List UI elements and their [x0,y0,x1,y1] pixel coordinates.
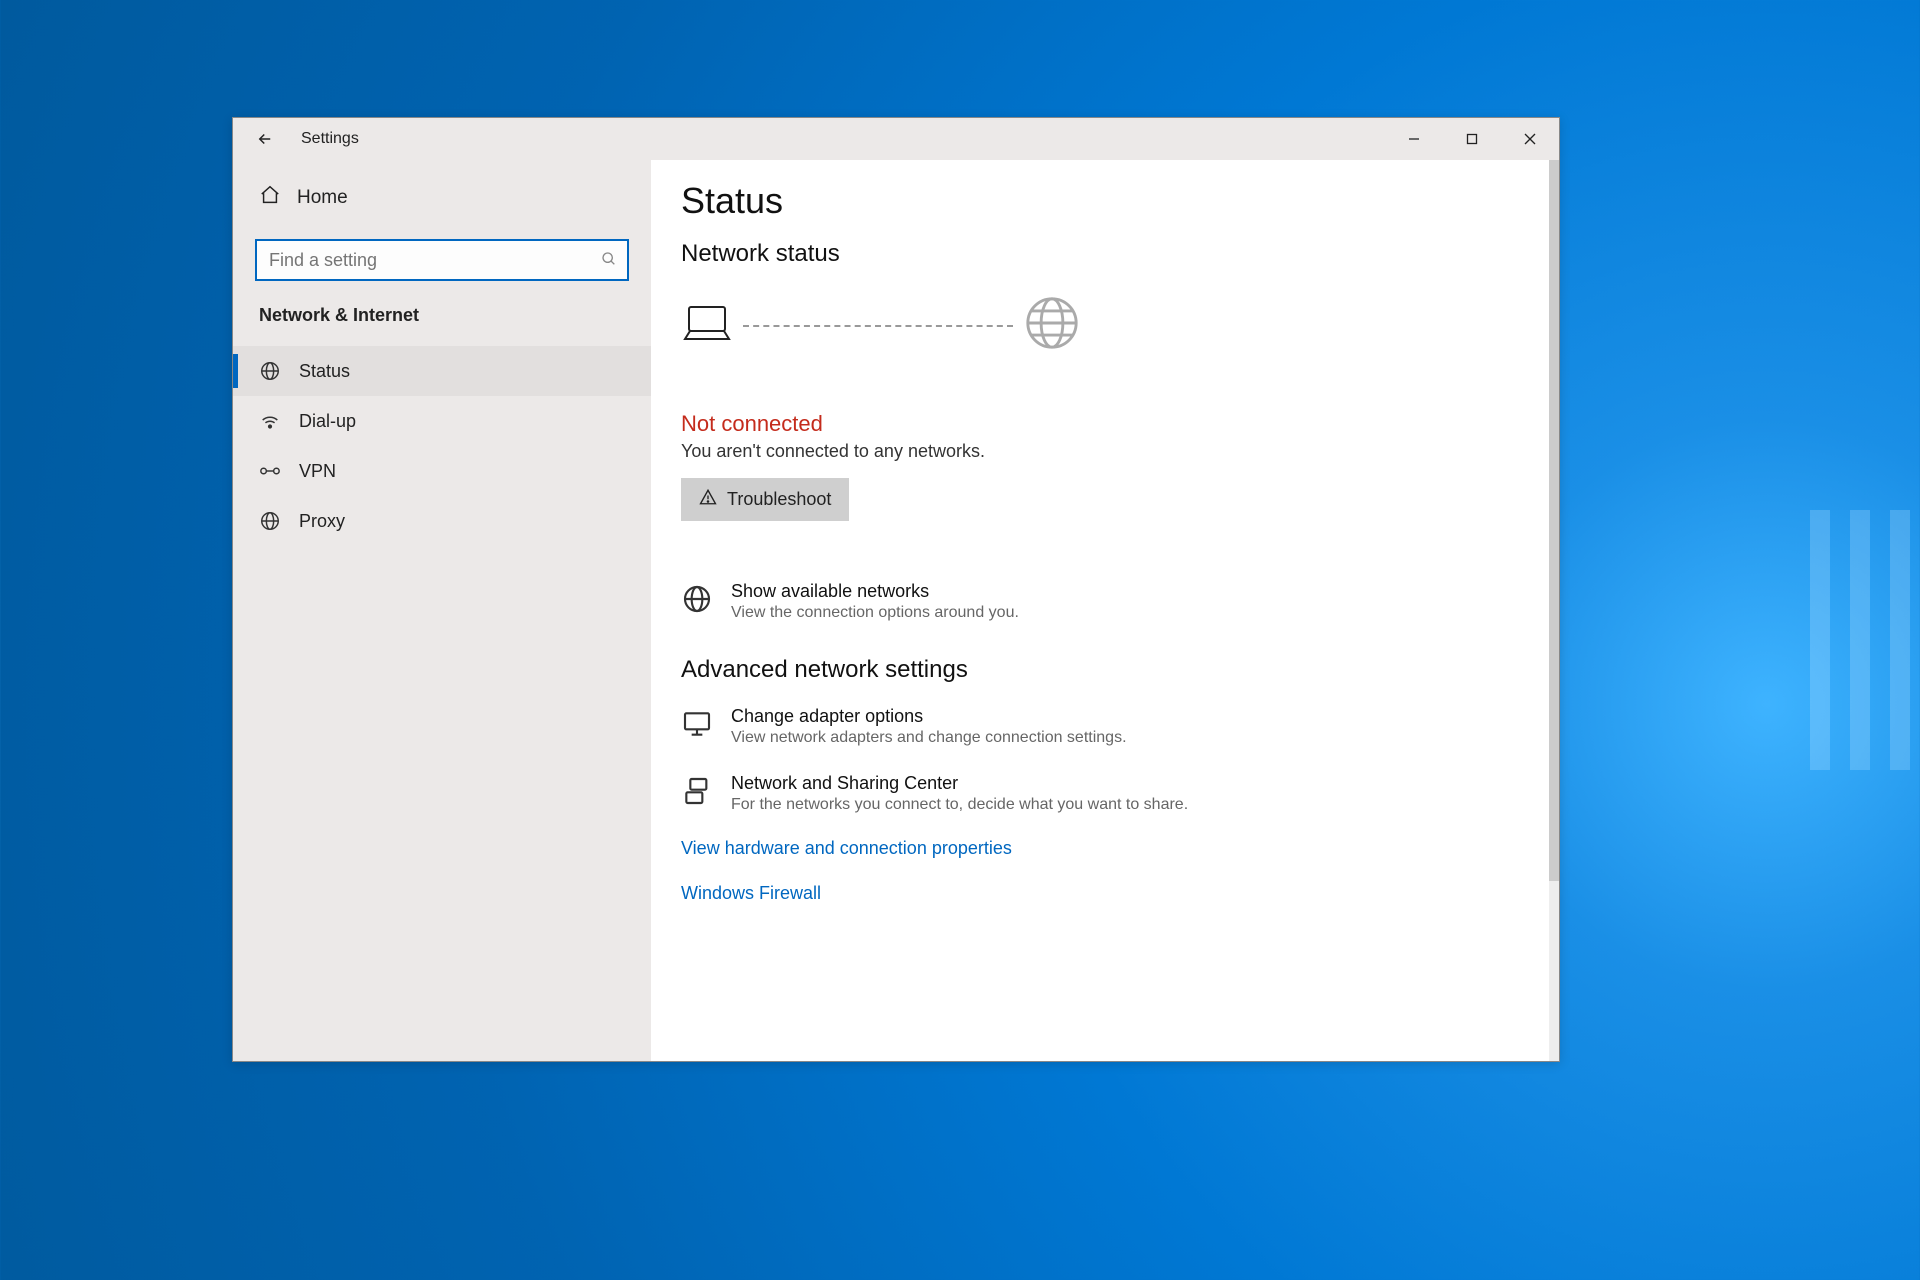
page-title: Status [681,180,1519,222]
sidebar-item-vpn[interactable]: VPN [233,446,651,496]
main-panel: Status Network status Not connected You … [651,160,1559,1061]
dashed-line-icon [743,325,1013,327]
sharing-sub: For the networks you connect to, decide … [731,796,1188,814]
titlebar: Settings [233,118,1559,160]
sidebar-item-label: Dial-up [299,411,356,432]
settings-window: Settings Home [232,117,1560,1062]
content-row: Home Network & Internet Status [233,160,1559,1061]
sidebar-item-label: VPN [299,461,336,482]
advanced-heading: Advanced network settings [681,656,1519,684]
dialup-icon [259,410,281,432]
troubleshoot-button[interactable]: Troubleshoot [681,478,849,521]
sidebar: Home Network & Internet Status [233,160,651,1061]
globe-large-icon [1023,294,1081,357]
home-icon [259,184,281,211]
network-status-heading: Network status [681,240,1519,268]
sharing-title: Network and Sharing Center [731,773,1188,794]
show-networks-button[interactable]: Show available networks View the connect… [681,581,1519,622]
sidebar-home[interactable]: Home [233,176,651,219]
maximize-button[interactable] [1443,118,1501,160]
hardware-link[interactable]: View hardware and connection properties [681,838,1519,859]
sidebar-item-label: Proxy [299,511,345,532]
scrollbar[interactable] [1549,160,1559,1061]
sidebar-item-status[interactable]: Status [233,346,651,396]
sidebar-item-proxy[interactable]: Proxy [233,496,651,546]
firewall-link[interactable]: Windows Firewall [681,883,1519,904]
vpn-icon [259,460,281,482]
adapter-icon [681,708,713,740]
wifi-globe-icon [681,583,713,615]
status-subtitle: You aren't connected to any networks. [681,441,1519,462]
window-title: Settings [301,130,359,148]
laptop-icon [681,301,733,350]
network-diagram [681,280,1519,377]
globe-icon [259,360,281,382]
show-networks-sub: View the connection options around you. [731,604,1019,622]
status-title: Not connected [681,411,1519,437]
warning-icon [699,488,717,511]
sidebar-item-label: Status [299,361,350,382]
scrollbar-thumb[interactable] [1549,160,1559,881]
adapter-options-button[interactable]: Change adapter options View network adap… [681,706,1519,747]
search-input[interactable] [255,239,629,281]
minimize-button[interactable] [1385,118,1443,160]
home-label: Home [297,187,348,209]
adapter-title: Change adapter options [731,706,1127,727]
desktop-accent [1810,510,1920,770]
sharing-icon [681,775,713,807]
sharing-center-button[interactable]: Network and Sharing Center For the netwo… [681,773,1519,814]
sidebar-category: Network & Internet [233,295,651,336]
close-button[interactable] [1501,118,1559,160]
adapter-sub: View network adapters and change connect… [731,729,1127,747]
sidebar-item-dialup[interactable]: Dial-up [233,396,651,446]
troubleshoot-label: Troubleshoot [727,489,831,510]
show-networks-title: Show available networks [731,581,1019,602]
back-button[interactable] [251,125,279,153]
search-wrap [233,239,651,295]
proxy-icon [259,510,281,532]
